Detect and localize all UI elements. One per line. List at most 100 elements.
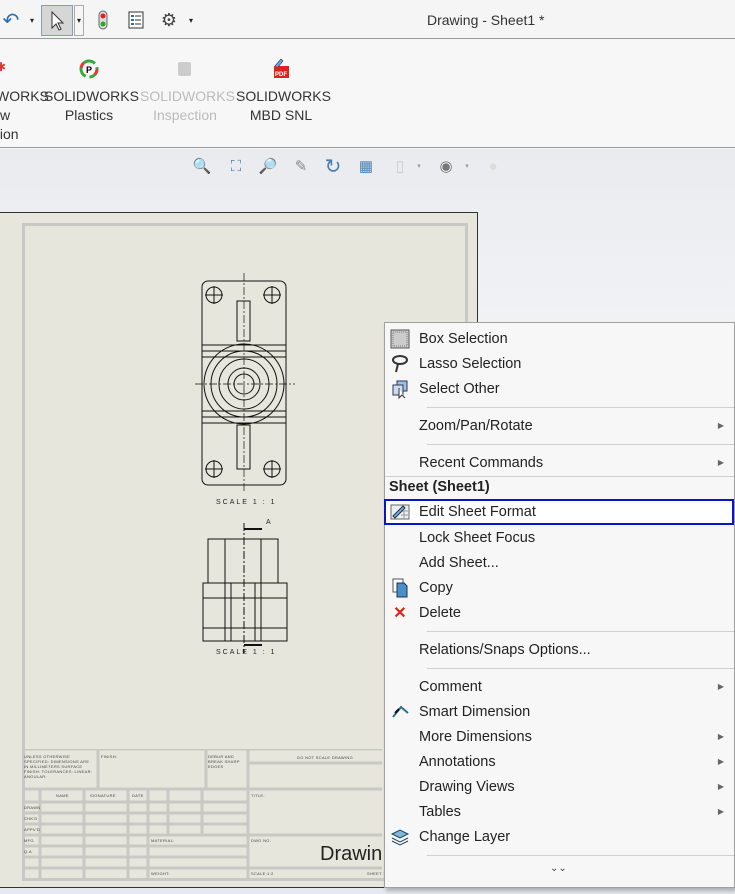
menu-item-label: Change Layer — [419, 828, 511, 845]
menu-item-label: Tables — [419, 803, 461, 820]
select-dropdown-icon[interactable]: ▾ — [74, 5, 84, 36]
submenu-arrow-icon: ▶ — [717, 807, 724, 816]
title-block: UNLESS OTHERWISE SPECIFIED: DIMENSIONS A… — [22, 749, 385, 881]
menu-item-smart-dimension[interactable]: Smart Dimension — [385, 699, 734, 724]
pan-icon[interactable]: ✎ — [290, 155, 312, 177]
menu-item-label: Lasso Selection — [419, 355, 522, 372]
menu-separator — [427, 631, 734, 632]
menu-section-header: Sheet (Sheet1) — [389, 479, 490, 495]
ribbon-plastics[interactable]: P SOLIDWORKS Plastics — [44, 58, 139, 125]
ribbon-label: SOLIDWORKS — [236, 88, 331, 104]
menu-item-delete[interactable]: ✕ Delete — [385, 600, 734, 625]
menu-item-more-dimensions[interactable]: More Dimensions ▶ — [385, 724, 734, 749]
file-properties-icon[interactable] — [127, 6, 145, 34]
menu-item-copy[interactable]: Copy — [385, 575, 734, 600]
dwg-no-label: DWG NO. — [251, 838, 272, 843]
svg-text:P: P — [86, 65, 92, 75]
title-bar: ↶ ▾ ▾ ⚙ ▾ Drawing - Sheet1 * — [0, 0, 735, 39]
options-dropdown-icon[interactable]: ▾ — [186, 6, 196, 34]
box-selection-icon — [390, 329, 410, 349]
menu-separator — [427, 855, 734, 856]
drawing-views — [195, 273, 295, 653]
menu-item-label: Smart Dimension — [419, 703, 531, 720]
menu-item-label: Recent Commands — [419, 454, 544, 471]
section-view-scale-label: SCALE 1 : 1 — [216, 649, 277, 656]
edit-sheet-format-icon — [390, 502, 410, 522]
menu-item-edit-sheet-format[interactable]: Edit Sheet Format — [384, 499, 734, 525]
submenu-arrow-icon: ▶ — [717, 782, 724, 791]
ribbon-label: WORKS — [0, 88, 49, 104]
menu-item-add-sheet[interactable]: Add Sheet... — [385, 550, 734, 575]
ribbon-mbd-snl[interactable]: PDF SOLIDWORKS MBD SNL — [236, 58, 331, 125]
menu-item-label: Edit Sheet Format — [419, 504, 536, 520]
menu-item-change-layer[interactable]: Change Layer — [385, 824, 734, 849]
menu-item-label: Annotations — [419, 753, 496, 770]
select-other-icon — [390, 379, 410, 399]
menu-item-label: Drawing Views — [419, 778, 515, 795]
menu-item-label: Comment — [419, 678, 482, 695]
ribbon-inspection: SOLIDWORKS Inspection — [140, 58, 235, 125]
menu-item-lock-sheet-focus[interactable]: Lock Sheet Focus — [385, 525, 734, 550]
appearance-icon[interactable]: ● — [482, 155, 504, 177]
ribbon-label: Inspection — [153, 107, 217, 123]
ribbon-label: tion — [0, 126, 19, 142]
menu-item-label: Select Other — [419, 380, 500, 397]
section-label: A — [266, 519, 271, 526]
menu-item-lasso-selection[interactable]: Lasso Selection — [385, 351, 734, 376]
context-menu: Box Selection Lasso Selection Select Oth… — [384, 322, 735, 888]
undo-icon[interactable]: ↶ — [0, 6, 22, 34]
menu-item-recent-commands[interactable]: Recent Commands ▶ — [385, 450, 734, 475]
menu-item-label: More Dimensions — [419, 728, 532, 745]
row-label: DRAWN — [24, 805, 41, 810]
menu-item-label: Copy — [419, 579, 453, 596]
select-button[interactable] — [41, 5, 73, 36]
hide-show-icon[interactable]: ◉ — [435, 155, 457, 177]
submenu-arrow-icon: ▶ — [717, 757, 724, 766]
menu-item-annotations[interactable]: Annotations ▶ — [385, 749, 734, 774]
svg-text:PDF: PDF — [275, 72, 287, 78]
dropdown-icon[interactable]: ▾ — [414, 155, 424, 177]
flow-simulation-icon: ✱ — [0, 60, 7, 74]
traffic-light-icon[interactable] — [95, 6, 111, 34]
inspection-icon — [178, 62, 191, 76]
view-orientation-icon[interactable]: ▦ — [355, 155, 377, 177]
menu-item-label: Zoom/Pan/Rotate — [419, 417, 533, 434]
menu-item-box-selection[interactable]: Box Selection — [385, 326, 734, 351]
submenu-arrow-icon: ▶ — [717, 458, 724, 467]
menu-separator — [427, 668, 734, 669]
rotate-icon[interactable]: ↻ — [322, 155, 344, 178]
menu-item-relations-snaps-options[interactable]: Relations/Snaps Options... — [385, 637, 734, 662]
row-label: Q.A — [24, 849, 32, 854]
zoom-to-fit-icon[interactable]: 🔍 — [191, 155, 213, 177]
view-scale-label: SCALE 1 : 1 — [216, 499, 277, 506]
menu-item-tables[interactable]: Tables ▶ — [385, 799, 734, 824]
signature-header: SIGNATURE — [90, 793, 116, 798]
3d-pdf-icon: PDF — [274, 58, 289, 78]
undo-dropdown-icon[interactable]: ▾ — [27, 6, 37, 34]
menu-item-comment[interactable]: Comment ▶ — [385, 674, 734, 699]
menu-separator — [385, 476, 734, 477]
plastics-icon: P — [79, 59, 99, 79]
command-manager-ribbon: ✱ WORKS w tion P SOLIDWORKS Plastics SOL… — [0, 40, 735, 148]
menu-item-select-other[interactable]: Select Other — [385, 376, 734, 401]
zoom-to-area-icon[interactable]: ⛶ — [225, 155, 247, 177]
change-layer-icon — [390, 827, 410, 847]
menu-item-zoom-pan-rotate[interactable]: Zoom/Pan/Rotate ▶ — [385, 413, 734, 438]
delete-icon: ✕ — [393, 604, 407, 622]
drawing-name: Drawin — [320, 843, 383, 865]
do-not-scale-label: DO NOT SCALE DRAWING — [297, 755, 354, 760]
menu-item-drawing-views[interactable]: Drawing Views ▶ — [385, 774, 734, 799]
display-style-icon[interactable]: ▯ — [389, 155, 411, 177]
ribbon-label: SOLIDWORKS — [140, 88, 235, 104]
zoom-to-selection-icon[interactable]: 🔎 — [257, 155, 279, 177]
double-chevron-down-icon[interactable]: ⌄⌄ — [550, 863, 567, 874]
ribbon-flow-simulation[interactable]: ✱ WORKS w tion — [0, 58, 49, 144]
dropdown-icon[interactable]: ▾ — [462, 155, 472, 177]
ribbon-label: SOLIDWORKS — [44, 88, 139, 104]
tolerances-note: UNLESS OTHERWISE SPECIFIED: DIMENSIONS A… — [24, 754, 93, 779]
top-view — [195, 273, 295, 493]
row-label: MFG — [24, 838, 34, 843]
weight-label: WEIGHT: — [151, 871, 170, 876]
gear-icon[interactable]: ⚙ — [159, 6, 179, 34]
name-header: NAME — [56, 793, 69, 798]
